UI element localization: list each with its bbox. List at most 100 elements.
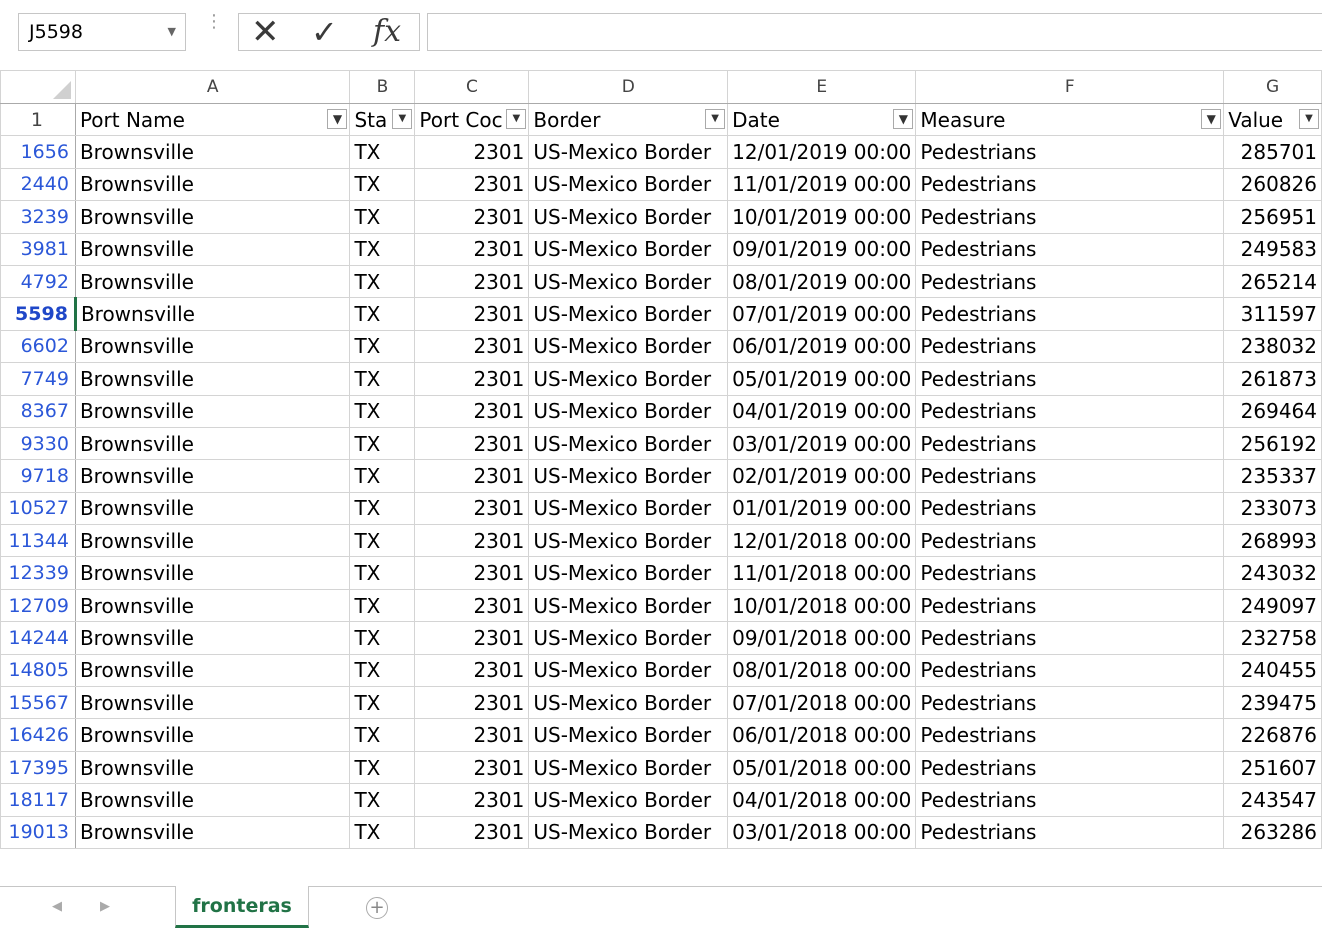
cell-c[interactable]: 2301 [414,200,530,234]
cell-f[interactable]: Pedestrians [915,621,1225,655]
cell-g[interactable]: 261873 [1223,362,1322,396]
cell-g[interactable]: 240455 [1223,653,1322,688]
cell-a[interactable]: Brownsville [74,167,351,202]
column-header-f[interactable]: F [915,70,1225,104]
cell-a[interactable]: Brownsville [74,264,351,299]
cell-c[interactable]: 2301 [414,686,530,720]
cell-f[interactable]: Pedestrians [915,686,1225,720]
cell-e[interactable]: 03/01/2019 00:00 [727,426,917,461]
cell-a[interactable]: Brownsville [74,588,351,623]
row-number[interactable]: 3981 [0,232,76,266]
cell-d[interactable]: US-Mexico Border [528,524,729,558]
cell-d[interactable]: US-Mexico Border [528,783,729,817]
header-cell-f[interactable]: Measure ▼ [915,102,1225,137]
cell-c[interactable]: 2301 [414,783,530,817]
cell-d[interactable]: US-Mexico Border [528,621,729,655]
cell-f[interactable]: Pedestrians [915,297,1225,331]
row-number[interactable]: 8367 [0,394,76,428]
header-cell-c[interactable]: Port Coc ▼ [414,102,530,137]
select-all-corner[interactable] [0,70,76,104]
cell-b[interactable]: TX [349,426,416,461]
row-number[interactable]: 4792 [0,264,76,299]
cell-g[interactable]: 260826 [1223,167,1322,202]
cell-e[interactable]: 04/01/2018 00:00 [727,783,917,817]
cell-c[interactable]: 2301 [414,264,530,299]
cell-b[interactable]: TX [349,556,416,590]
cell-g[interactable]: 251607 [1223,750,1322,785]
row-number[interactable]: 12709 [0,588,76,623]
cell-e[interactable]: 08/01/2019 00:00 [727,264,917,299]
cell-g[interactable]: 269464 [1223,394,1322,428]
cell-b[interactable]: TX [349,394,416,428]
cell-e[interactable]: 10/01/2018 00:00 [727,588,917,623]
row-number[interactable]: 1 [0,102,76,137]
cell-c[interactable]: 2301 [414,653,530,688]
chevron-down-icon[interactable]: ▼ [168,14,176,50]
cell-e[interactable]: 11/01/2019 00:00 [727,167,917,202]
cell-e[interactable]: 03/01/2018 00:00 [727,815,917,849]
cell-f[interactable]: Pedestrians [915,783,1225,817]
cell-e[interactable]: 10/01/2019 00:00 [727,200,917,234]
cell-g[interactable]: 256951 [1223,200,1322,234]
cell-g[interactable]: 243547 [1223,783,1322,817]
row-number[interactable]: 14244 [0,621,76,655]
row-number[interactable]: 14805 [0,653,76,688]
cell-f[interactable]: Pedestrians [915,394,1225,428]
cell-b[interactable]: TX [349,329,416,364]
cell-f[interactable]: Pedestrians [915,718,1225,752]
cell-g[interactable]: 265214 [1223,264,1322,299]
cell-b[interactable]: TX [349,135,416,169]
cell-c[interactable]: 2301 [414,556,530,590]
cell-f[interactable]: Pedestrians [915,167,1225,202]
column-header-e[interactable]: E [727,70,917,104]
row-number[interactable]: 15567 [0,686,76,720]
cell-e[interactable]: 05/01/2019 00:00 [727,362,917,396]
cell-b[interactable]: TX [349,653,416,688]
cell-c[interactable]: 2301 [414,524,530,558]
cell-g[interactable]: 232758 [1223,621,1322,655]
cell-f[interactable]: Pedestrians [915,329,1225,364]
cell-b[interactable]: TX [349,232,416,266]
cell-g[interactable]: 256192 [1223,426,1322,461]
cell-f[interactable]: Pedestrians [915,200,1225,234]
filter-active-icon[interactable]: ▼ [893,109,914,129]
row-number[interactable]: 9718 [0,459,76,493]
cell-c[interactable]: 2301 [414,718,530,752]
cell-d[interactable]: US-Mexico Border [528,426,729,461]
cell-b[interactable]: TX [349,297,416,331]
cell-d[interactable]: US-Mexico Border [528,167,729,202]
cell-c[interactable]: 2301 [414,362,530,396]
cell-d[interactable]: US-Mexico Border [528,653,729,688]
cell-e[interactable]: 06/01/2019 00:00 [727,329,917,364]
row-number[interactable]: 9330 [0,426,76,461]
cell-e[interactable]: 05/01/2018 00:00 [727,750,917,785]
cell-a[interactable]: Brownsville [74,686,351,720]
cell-c[interactable]: 2301 [414,297,530,331]
cell-d[interactable]: US-Mexico Border [528,394,729,428]
cell-a[interactable]: Brownsville [74,556,351,590]
cell-d[interactable]: US-Mexico Border [528,200,729,234]
header-cell-e[interactable]: Date ▼ [727,102,917,137]
cell-a[interactable]: Brownsville [74,491,351,526]
cell-a[interactable]: Brownsville [74,621,351,655]
name-box[interactable]: J5598 ▼ [18,13,186,51]
cell-b[interactable]: TX [349,750,416,785]
cell-c[interactable]: 2301 [414,815,530,849]
cell-a[interactable]: Brownsville [74,394,351,428]
cell-g[interactable]: 243032 [1223,556,1322,590]
cell-b[interactable]: TX [349,588,416,623]
cell-c[interactable]: 2301 [414,135,530,169]
cell-d[interactable]: US-Mexico Border [528,491,729,526]
cell-a[interactable]: Brownsville [74,362,351,396]
cell-a[interactable]: Brownsville [74,524,351,558]
filter-active-icon[interactable]: ▼ [327,109,348,129]
cell-g[interactable]: 238032 [1223,329,1322,364]
cell-g[interactable]: 263286 [1223,815,1322,849]
row-number[interactable]: 3239 [0,200,76,234]
row-number[interactable]: 7749 [0,362,76,396]
cell-e[interactable]: 01/01/2019 00:00 [727,491,917,526]
cell-d[interactable]: US-Mexico Border [528,750,729,785]
cell-a[interactable]: Brownsville [74,718,351,752]
insert-function-icon[interactable]: fx [373,16,401,48]
row-number[interactable]: 19013 [0,815,76,849]
